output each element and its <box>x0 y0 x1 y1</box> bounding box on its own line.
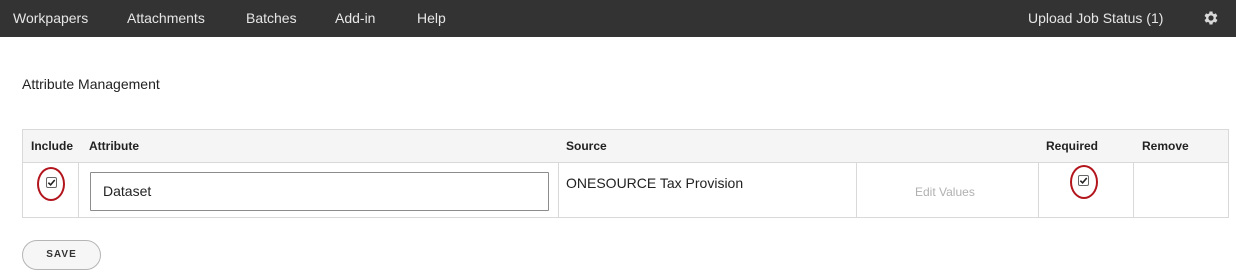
required-checkbox[interactable] <box>1078 175 1089 186</box>
nav-item-workpapers[interactable]: Workpapers <box>13 0 88 37</box>
save-button[interactable]: SAVE <box>22 240 101 270</box>
nav-item-attachments[interactable]: Attachments <box>127 0 205 37</box>
page-title: Attribute Management <box>22 76 160 92</box>
nav-item-add-in[interactable]: Add-in <box>335 0 375 37</box>
column-header-source: Source <box>566 139 607 153</box>
top-nav-bar: Workpapers Attachments Batches Add-in He… <box>0 0 1236 37</box>
column-header-attribute: Attribute <box>89 139 139 153</box>
source-value: ONESOURCE Tax Provision <box>566 175 744 191</box>
edit-values-link[interactable]: Edit Values <box>915 185 975 199</box>
checkmark-icon <box>47 179 56 187</box>
column-divider <box>558 163 559 217</box>
table-header-row: Include Attribute Source Required Remove <box>23 130 1228 163</box>
column-divider <box>78 163 79 217</box>
attribute-table: Include Attribute Source Required Remove… <box>22 129 1229 218</box>
column-header-required: Required <box>1046 139 1099 153</box>
include-checkbox[interactable] <box>46 177 57 188</box>
gear-icon[interactable] <box>1202 9 1220 27</box>
column-header-remove: Remove <box>1142 139 1189 153</box>
nav-item-help[interactable]: Help <box>417 0 446 37</box>
nav-item-batches[interactable]: Batches <box>246 0 297 37</box>
column-divider <box>1038 163 1039 217</box>
column-divider <box>856 163 857 217</box>
column-header-include: Include <box>31 139 74 153</box>
upload-job-status-link[interactable]: Upload Job Status (1) <box>1028 0 1163 37</box>
attribute-name-field[interactable]: Dataset <box>90 172 549 211</box>
checkmark-icon <box>1079 177 1088 185</box>
column-divider <box>1133 163 1134 217</box>
